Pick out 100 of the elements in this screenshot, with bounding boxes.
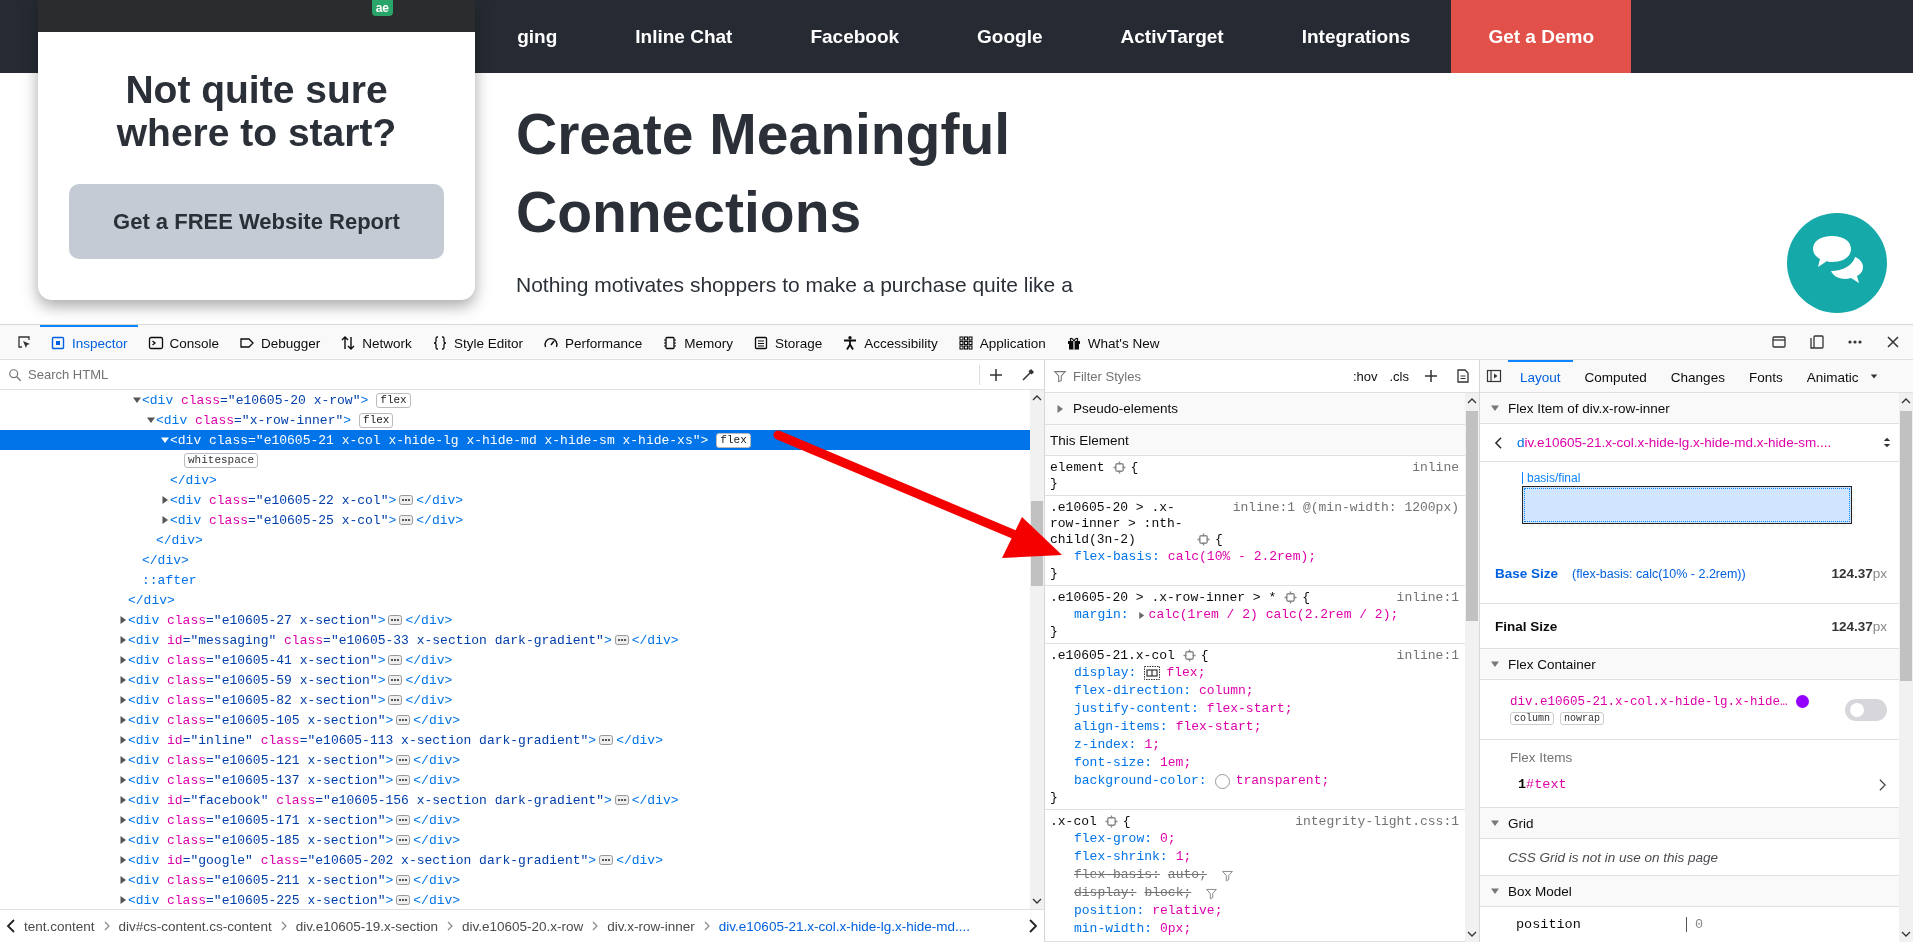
ellipsis-icon[interactable] xyxy=(388,695,403,705)
scroll-thumb[interactable] xyxy=(1466,411,1478,621)
devtools-tab[interactable]: Style Editor xyxy=(421,325,533,359)
property-name[interactable]: display: xyxy=(1074,885,1137,901)
triangle-icon[interactable] xyxy=(160,435,170,445)
scroll-thumb[interactable] xyxy=(1900,411,1912,681)
chat-icon[interactable] xyxy=(1787,213,1887,313)
triangle-icon[interactable] xyxy=(160,495,170,505)
triangle-icon[interactable] xyxy=(118,815,128,825)
breadcrumb[interactable]: div#cs-content.cs-content xyxy=(118,918,272,934)
rule-source[interactable]: inline:1 xyxy=(1386,590,1459,606)
scroll-down-icon[interactable] xyxy=(1032,896,1042,906)
tag-text[interactable]: <div id="google" class="e10605-202 x-section dark-gradient"> xyxy=(128,852,597,868)
target-icon[interactable] xyxy=(1284,591,1298,604)
tag-text[interactable]: <div class="e10605-22 x-col"> xyxy=(170,492,397,508)
tag-text[interactable]: <div class="e10605-225 x-section"> xyxy=(128,892,394,908)
chevron-right-icon[interactable] xyxy=(1028,918,1038,934)
ellipsis-icon[interactable] xyxy=(399,515,414,525)
property-value[interactable]: column; xyxy=(1199,683,1254,699)
tag-text[interactable]: <div class="e10605-211 x-section"> xyxy=(128,872,394,888)
sidebar-tab[interactable]: Computed xyxy=(1572,360,1659,392)
triangle-icon[interactable] xyxy=(1136,610,1146,620)
display-badge[interactable]: flex xyxy=(376,392,411,408)
sidebar-tab[interactable]: Fonts xyxy=(1736,360,1795,392)
chevron-right-icon[interactable] xyxy=(1878,777,1887,792)
rule-source[interactable]: inline:1 xyxy=(1386,648,1459,664)
property-name[interactable]: display: xyxy=(1074,665,1137,681)
tag-text[interactable]: <div class="x-row-inner"> xyxy=(156,412,352,428)
rule-source[interactable]: inline xyxy=(1402,460,1459,476)
property-value[interactable]: 0px; xyxy=(1160,921,1192,937)
rule-selector[interactable]: .e10605-20 > .x-row-inner > :nth-child(3n-2) xyxy=(1050,500,1189,548)
filter-icon[interactable] xyxy=(1205,886,1219,900)
devtools-tab[interactable]: Performance xyxy=(532,325,653,359)
scroll-up-icon[interactable] xyxy=(1032,393,1042,403)
rule-source[interactable]: integrity-light.css:1 xyxy=(1285,814,1459,830)
property-value[interactable]: flex; xyxy=(1166,665,1206,681)
scrollbar[interactable] xyxy=(1030,390,1044,909)
devtools-tab[interactable]: Network xyxy=(330,325,422,359)
target-icon[interactable] xyxy=(1112,461,1126,474)
nav-link[interactable]: Google xyxy=(938,0,1082,73)
demo-button[interactable]: Get a Demo xyxy=(1451,0,1631,73)
property-name[interactable]: justify-content: xyxy=(1074,701,1199,717)
breadcrumb[interactable]: div.e10605-19.x-section xyxy=(295,918,438,934)
ellipsis-icon[interactable] xyxy=(396,775,411,785)
eyedropper-icon[interactable] xyxy=(1020,366,1036,383)
property-name[interactable]: position: xyxy=(1074,903,1145,919)
tag-text[interactable]: <div class="e10605-137 x-section"> xyxy=(128,772,394,788)
nav-link[interactable]: Integrations xyxy=(1262,0,1450,73)
pick-element-icon[interactable] xyxy=(16,334,32,350)
chevron-left-icon[interactable] xyxy=(6,918,16,934)
rule-selector[interactable]: .e10605-21.x-col xyxy=(1050,648,1175,664)
element-selector[interactable]: div.e10605-21.x-col.x-hide-lg.x-hide-md.x-hide-sm.... xyxy=(1517,435,1883,450)
window-icon[interactable] xyxy=(1771,334,1787,350)
section-header[interactable]: Grid xyxy=(1480,808,1899,839)
triangle-icon[interactable] xyxy=(118,795,128,805)
scroll-up-icon[interactable] xyxy=(1467,396,1477,406)
item-name[interactable]: #text xyxy=(1526,777,1878,792)
add-icon[interactable] xyxy=(988,366,1004,383)
property-value[interactable]: flex-start; xyxy=(1206,701,1293,717)
container-selector[interactable]: div.e10605-21.x-col.x-hide-lg.x-hide… xyxy=(1510,694,1788,709)
search-field[interactable]: Search HTML xyxy=(22,363,979,386)
filter-icon[interactable] xyxy=(1220,868,1234,882)
rule-selector[interactable]: element xyxy=(1050,460,1105,476)
triangle-icon[interactable] xyxy=(118,735,128,745)
target-icon[interactable] xyxy=(1196,533,1210,546)
tag-text[interactable]: <div class="e10605-105 x-section"> xyxy=(128,712,394,728)
property-name[interactable]: z-index: xyxy=(1074,737,1137,753)
triangle-icon[interactable] xyxy=(118,855,128,865)
triangle-icon[interactable] xyxy=(118,895,128,905)
ellipsis-icon[interactable] xyxy=(396,875,411,885)
ellipsis-icon[interactable] xyxy=(388,675,403,685)
property-name[interactable]: flex-direction: xyxy=(1074,683,1192,699)
breadcrumb[interactable]: tent.content xyxy=(24,918,95,934)
scrollbar[interactable] xyxy=(1899,393,1913,942)
triangle-icon[interactable] xyxy=(118,715,128,725)
property-name[interactable]: min-width: xyxy=(1074,921,1152,937)
sidebar-toggle-icon[interactable] xyxy=(1486,368,1502,384)
devtools-tab[interactable]: Application xyxy=(947,325,1056,359)
triangle-icon[interactable] xyxy=(118,835,128,845)
devtools-tab[interactable]: Accessibility xyxy=(832,325,948,359)
property-value[interactable]: 0; xyxy=(1160,831,1176,847)
report-button[interactable]: Get a FREE Website Report xyxy=(69,184,444,259)
property-value[interactable]: 1em; xyxy=(1160,755,1192,771)
devtools-tab[interactable]: Storage xyxy=(742,325,833,359)
scrollbar[interactable] xyxy=(1465,393,1479,942)
property-name[interactable]: flex-basis: xyxy=(1074,549,1160,565)
triangle-icon[interactable] xyxy=(118,695,128,705)
tag-text[interactable]: <div class="e10605-121 x-section"> xyxy=(128,752,394,768)
scroll-up-icon[interactable] xyxy=(1901,396,1911,406)
selected-row[interactable]: <div class="e10605-21 x-col x-hide-lg x-hide-md x-hide-sm x-hide-xs"> flex xyxy=(0,430,1030,450)
ellipsis-icon[interactable] xyxy=(396,815,411,825)
hover-toggle[interactable]: :hov xyxy=(1352,368,1378,384)
tag-text[interactable]: <div class="e10605-82 x-section"> xyxy=(128,692,386,708)
tag-text[interactable]: <div class="e10605-20 x-row"> xyxy=(142,392,369,408)
tag-text[interactable]: <div class="e10605-185 x-section"> xyxy=(128,832,394,848)
dock-icon[interactable] xyxy=(1809,334,1825,350)
nav-link[interactable]: ActivTarget xyxy=(1081,0,1263,73)
property-name[interactable]: flex-shrink: xyxy=(1074,849,1168,865)
devtools-tab[interactable]: Inspector xyxy=(40,325,138,359)
devtools-tab[interactable]: What's New xyxy=(1055,325,1170,359)
